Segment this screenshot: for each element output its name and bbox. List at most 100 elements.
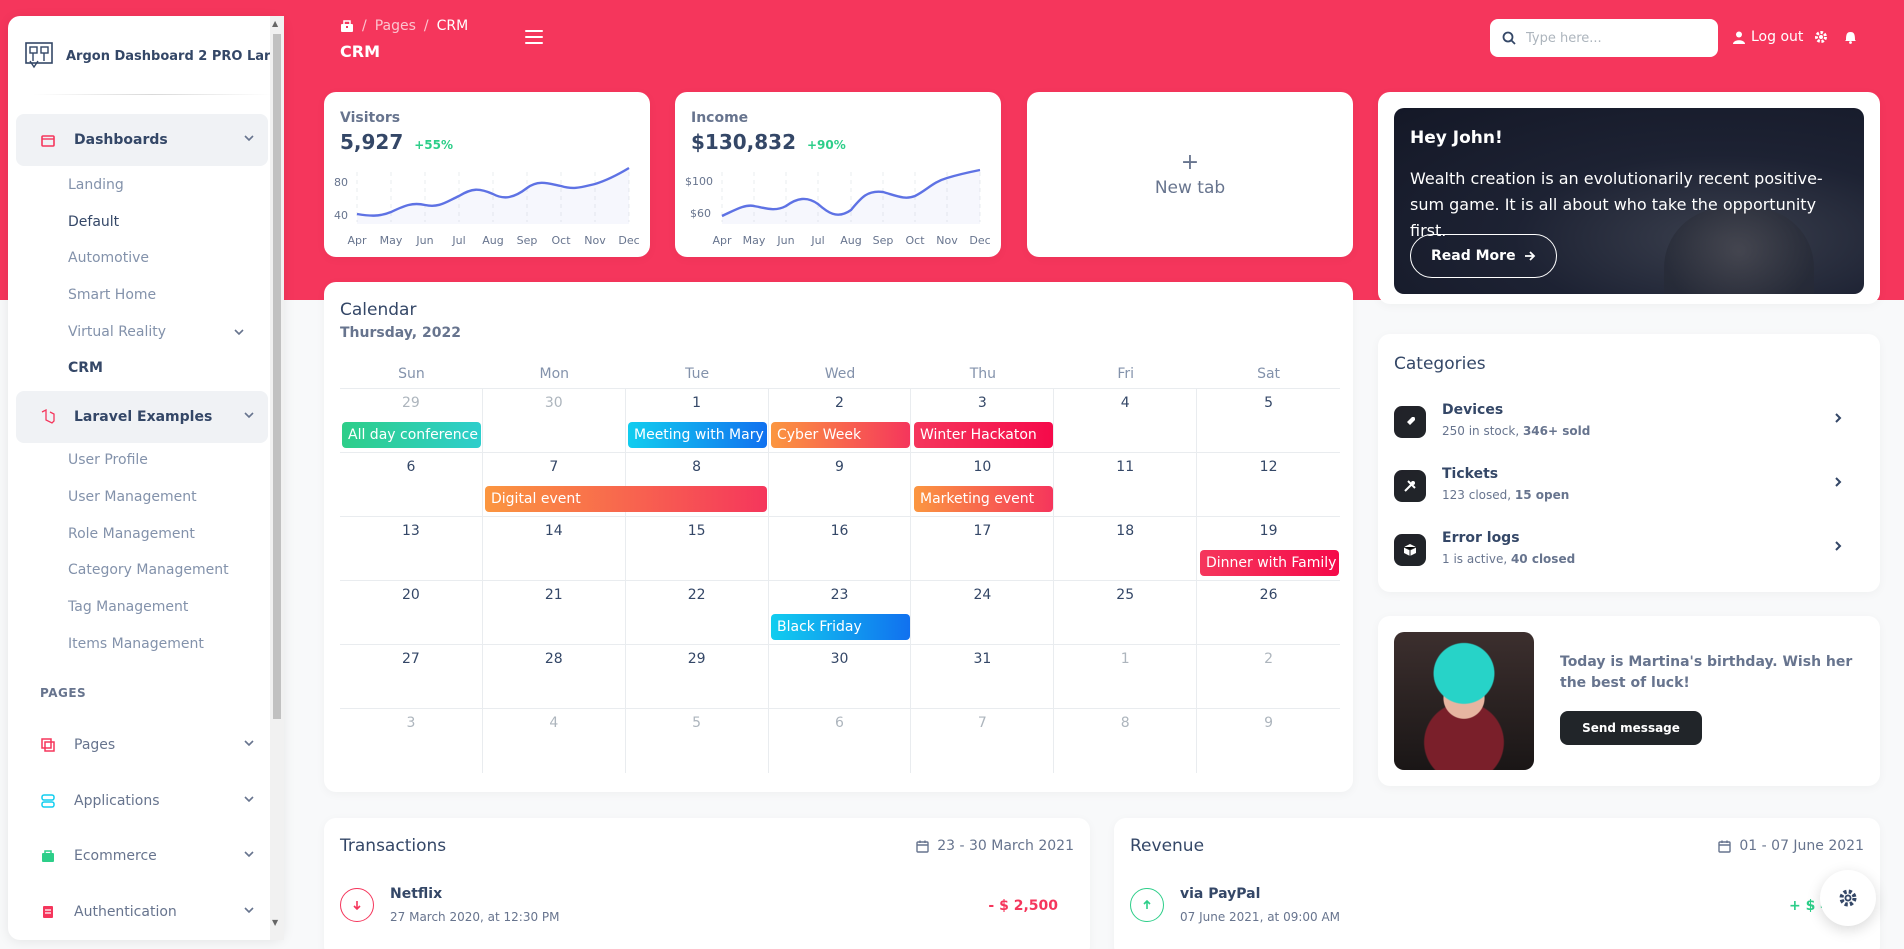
calendar-day[interactable]: 31: [911, 645, 1055, 708]
calendar-day[interactable]: 7: [911, 709, 1055, 773]
calendar-grid: Sun Mon Tue Wed Thu Fri Sat 29 30 1 2 3 …: [340, 366, 1340, 773]
calendar-day[interactable]: 4: [1054, 389, 1198, 452]
calendar-day[interactable]: 9: [1197, 709, 1340, 773]
calendar-event[interactable]: Marketing event: [914, 486, 1053, 512]
sidebar-item-dashboards[interactable]: Dashboards: [16, 114, 268, 166]
birthday-text: Today is Martina's birthday. Wish her th…: [1560, 654, 1853, 691]
calendar-day[interactable]: 13: [340, 517, 483, 580]
visitors-x-tick: Jun: [415, 234, 433, 247]
chevron-right-icon[interactable]: [1834, 476, 1842, 488]
calendar-day[interactable]: 6: [769, 709, 912, 773]
calendar-day[interactable]: 28: [483, 645, 626, 708]
scroll-down-arrow-icon[interactable]: ▼: [272, 918, 278, 927]
new-tab-card[interactable]: + New tab: [1027, 92, 1353, 257]
calendar-day[interactable]: 22: [626, 581, 769, 644]
calendar-event[interactable]: Digital event: [485, 486, 767, 512]
logout-link[interactable]: Log out: [1733, 29, 1803, 45]
search-input[interactable]: [1526, 30, 1706, 46]
calendar-event[interactable]: Dinner with Family: [1200, 550, 1339, 576]
calendar-day[interactable]: 25: [1054, 581, 1198, 644]
logout-label: Log out: [1751, 29, 1804, 45]
income-x-tick: Apr: [712, 234, 732, 247]
new-tab-label: New tab: [1154, 177, 1226, 198]
sidebar-subitem-smart-home[interactable]: Smart Home: [68, 287, 156, 303]
calendar-day[interactable]: 18: [1054, 517, 1198, 580]
chevron-down-icon: [234, 329, 244, 336]
sidebar-subitem-landing[interactable]: Landing: [68, 177, 124, 193]
calendar-event[interactable]: Meeting with Mary: [628, 422, 767, 448]
sidebar-item-authentication[interactable]: Authentication: [16, 886, 268, 938]
configurator-button[interactable]: [1820, 870, 1876, 926]
sidebar-subitem-crm[interactable]: CRM: [68, 360, 103, 376]
sidebar-subitem-automotive[interactable]: Automotive: [68, 250, 149, 266]
calendar-day[interactable]: 30: [769, 645, 912, 708]
category-item-tickets[interactable]: Tickets 123 closed, 15 open: [1394, 464, 1864, 514]
read-more-button[interactable]: Read More: [1410, 234, 1557, 278]
calendar-day[interactable]: 4: [483, 709, 626, 773]
calendar-card: Calendar Thursday, 2022 Sun Mon Tue Wed …: [324, 282, 1353, 792]
calendar-day[interactable]: 3: [340, 709, 483, 773]
home-icon[interactable]: [340, 19, 354, 33]
visitors-change: +55%: [414, 138, 454, 152]
gear-icon[interactable]: [1814, 30, 1828, 44]
menu-toggle-icon[interactable]: [525, 30, 543, 44]
sidebar-subitem-user-management[interactable]: User Management: [68, 489, 197, 505]
calendar-day[interactable]: 12: [1197, 453, 1340, 516]
sidebar-scrollbar-thumb[interactable]: [273, 34, 281, 719]
calendar-event[interactable]: Winter Hackaton: [914, 422, 1053, 448]
sidebar-item-ecommerce[interactable]: Ecommerce: [16, 830, 268, 882]
calendar-day[interactable]: 9: [769, 453, 912, 516]
calendar-day[interactable]: 8: [1054, 709, 1198, 773]
box-icon: [1394, 534, 1426, 566]
calendar-day[interactable]: 30: [483, 389, 626, 452]
scroll-up-arrow-icon[interactable]: ▲: [272, 19, 278, 28]
sidebar-item-laravel-examples[interactable]: Laravel Examples: [16, 391, 268, 443]
breadcrumb-pages[interactable]: Pages: [375, 18, 416, 34]
sidebar-subitem-category-management[interactable]: Category Management: [68, 562, 229, 578]
calendar-day[interactable]: 14: [483, 517, 626, 580]
calendar-day[interactable]: 21: [483, 581, 626, 644]
calendar-day[interactable]: 11: [1054, 453, 1198, 516]
calendar-day[interactable]: 27: [340, 645, 483, 708]
sidebar-subitem-virtual-reality[interactable]: Virtual Reality: [68, 324, 244, 340]
send-message-button[interactable]: Send message: [1560, 711, 1702, 745]
sidebar-item-applications[interactable]: Applications: [16, 775, 268, 827]
income-x-tick: Oct: [905, 234, 925, 247]
applications-icon: [40, 793, 56, 809]
visitors-x-tick: Oct: [551, 234, 571, 247]
calendar-day[interactable]: 2: [1197, 645, 1340, 708]
calendar-day[interactable]: 20: [340, 581, 483, 644]
calendar-day[interactable]: 16: [769, 517, 912, 580]
calendar-week: 27 28 29 30 31 1 2: [340, 645, 1340, 709]
calendar-day[interactable]: 6: [340, 453, 483, 516]
date-range-text: 01 - 07 June 2021: [1739, 838, 1864, 854]
sidebar-subitem-tag-management[interactable]: Tag Management: [68, 599, 188, 615]
calendar-day[interactable]: 24: [911, 581, 1055, 644]
chevron-right-icon[interactable]: [1834, 540, 1842, 552]
calendar-day[interactable]: 26: [1197, 581, 1340, 644]
sidebar-brand[interactable]: Argon Dashboard 2 PRO Laravel: [24, 41, 284, 71]
birthday-card: Today is Martina's birthday. Wish her th…: [1378, 616, 1880, 786]
calendar-event[interactable]: All day conference: [342, 422, 481, 448]
sidebar-subitem-user-profile[interactable]: User Profile: [68, 452, 148, 468]
calendar-event[interactable]: Black Friday: [771, 614, 910, 640]
sidebar-item-pages[interactable]: Pages: [16, 719, 268, 771]
breadcrumb-separator: /: [423, 18, 429, 34]
sidebar-subitem-role-management[interactable]: Role Management: [68, 526, 195, 542]
calendar-day[interactable]: 1: [1054, 645, 1198, 708]
bell-icon[interactable]: [1844, 30, 1857, 44]
calendar-day[interactable]: 5: [1197, 389, 1340, 452]
sidebar-subitem-default[interactable]: Default: [68, 214, 119, 230]
calendar-event[interactable]: Cyber Week: [771, 422, 910, 448]
category-item-devices[interactable]: Devices 250 in stock, 346+ sold: [1394, 400, 1864, 450]
income-x-tick: Sep: [873, 234, 894, 247]
sidebar-subitem-items-management[interactable]: Items Management: [68, 636, 204, 652]
calendar-week: 3 4 5 6 7 8 9: [340, 709, 1340, 773]
calendar-day[interactable]: 29: [626, 645, 769, 708]
calendar-day[interactable]: 5: [626, 709, 769, 773]
chevron-right-icon[interactable]: [1834, 412, 1842, 424]
category-item-error-logs[interactable]: Error logs 1 is active, 40 closed: [1394, 528, 1864, 578]
weekday-label: Tue: [685, 366, 710, 382]
calendar-day[interactable]: 17: [911, 517, 1055, 580]
calendar-day[interactable]: 15: [626, 517, 769, 580]
